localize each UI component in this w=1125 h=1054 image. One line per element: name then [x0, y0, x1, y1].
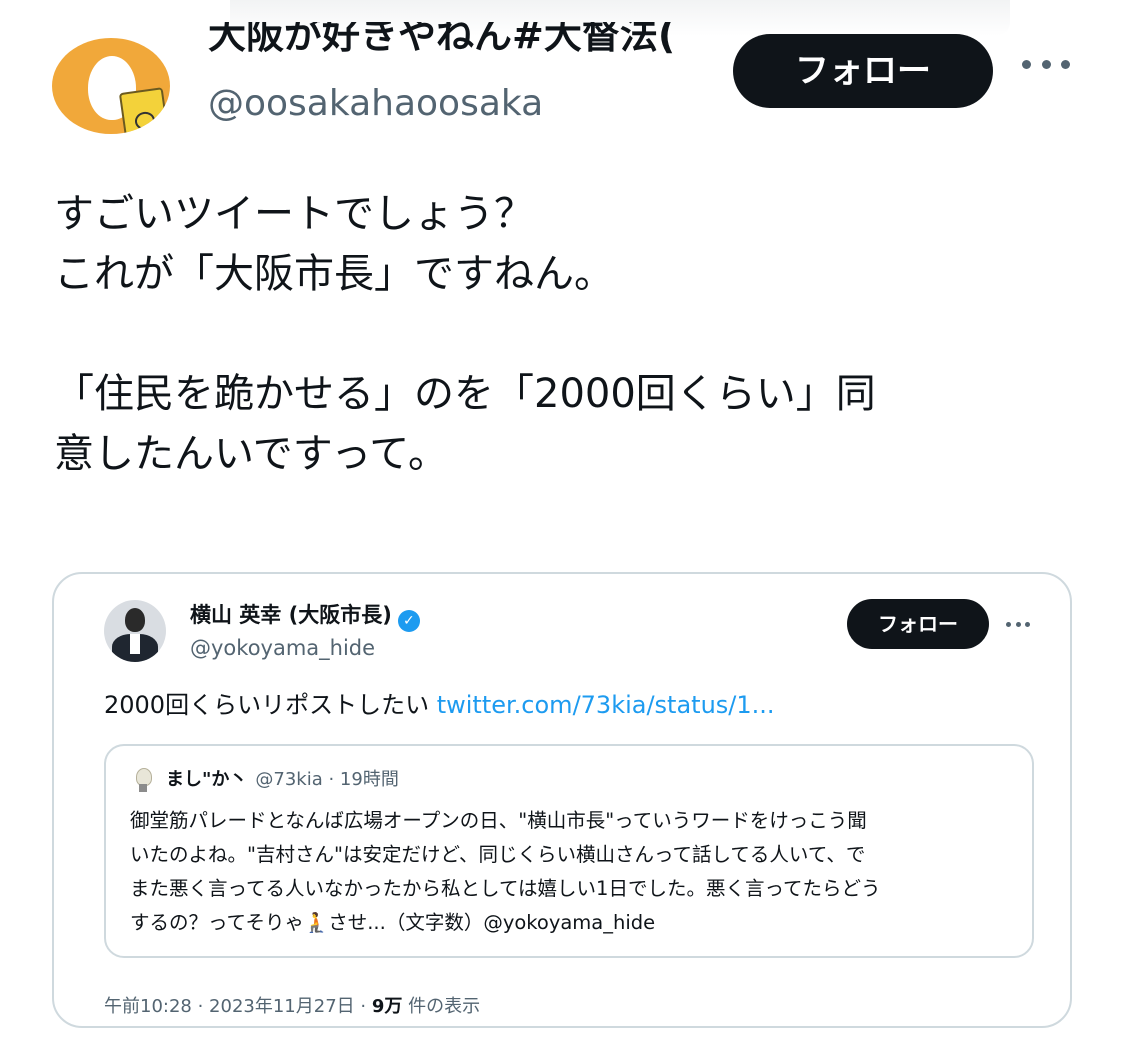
embedded-name-text: 横山 英幸 (大阪市長) — [190, 603, 392, 627]
avatar[interactable] — [52, 38, 170, 134]
quoted-avatar-icon[interactable] — [132, 768, 154, 794]
quoted-name[interactable]: まし"か丶 — [166, 769, 247, 790]
embedded-follow-button[interactable]: フォロー — [847, 599, 989, 649]
avatar-badge — [118, 87, 170, 134]
verified-icon: ✓ — [397, 610, 420, 632]
avatar-face-icon — [133, 110, 157, 132]
quoted-tweet[interactable]: まし"か丶 @73kia · 19時間 御堂筋パレードとなんば広場オープンの日、"… — [104, 744, 1034, 958]
embedded-link[interactable]: twitter.com/73kia/status/1... — [437, 691, 775, 719]
quoted-text: 御堂筋パレードとなんば広場オープンの日、"横山市長"っていうワードをけっこう聞 … — [130, 809, 881, 934]
display-name[interactable]: 大阪が好きやねん#大督法( — [208, 22, 704, 72]
embedded-tweet-card[interactable]: 横山 英幸 (大阪市長) ✓ @yokoyama_hide フォロー 2000回く… — [52, 572, 1072, 1028]
embedded-display-name[interactable]: 横山 英幸 (大阪市長) ✓ — [190, 600, 420, 632]
view-label: 件の表示 — [402, 996, 481, 1017]
embedded-avatar[interactable] — [104, 600, 166, 662]
more-icon[interactable] — [1022, 58, 1070, 70]
user-handle[interactable]: @oosakahaoosaka — [208, 84, 543, 124]
embedded-text: 2000回くらいリポストしたい — [104, 691, 430, 719]
tweet-text: すごいツイートでしょう？ これが「大阪市長」ですねん。 「住民を跪かせる」のを「… — [54, 191, 876, 477]
embedded-tweet-text: 2000回くらいリポストしたい twitter.com/73kia/status… — [104, 688, 775, 722]
follow-button[interactable]: フォロー — [733, 34, 993, 108]
embedded-handle[interactable]: @yokoyama_hide — [190, 634, 375, 662]
embedded-more-icon[interactable] — [1006, 622, 1030, 628]
view-count: 9万 — [371, 996, 403, 1017]
quoted-meta: @73kia · 19時間 — [255, 769, 399, 790]
tweet-screen: 大阪が好きやねん#大督法( @oosakahaoosaka フォロー すごいツイ… — [0, 0, 1125, 1054]
display-name-text: 大阪が好きやねん#大督法( — [208, 22, 676, 57]
embedded-footer: 午前10:28 · 2023年11月27日 · 9万 件の表示 — [104, 994, 480, 1020]
quoted-header: まし"か丶 @73kia · 19時間 — [166, 766, 399, 794]
timestamp[interactable]: 午前10:28 · 2023年11月27日 · — [104, 996, 372, 1017]
